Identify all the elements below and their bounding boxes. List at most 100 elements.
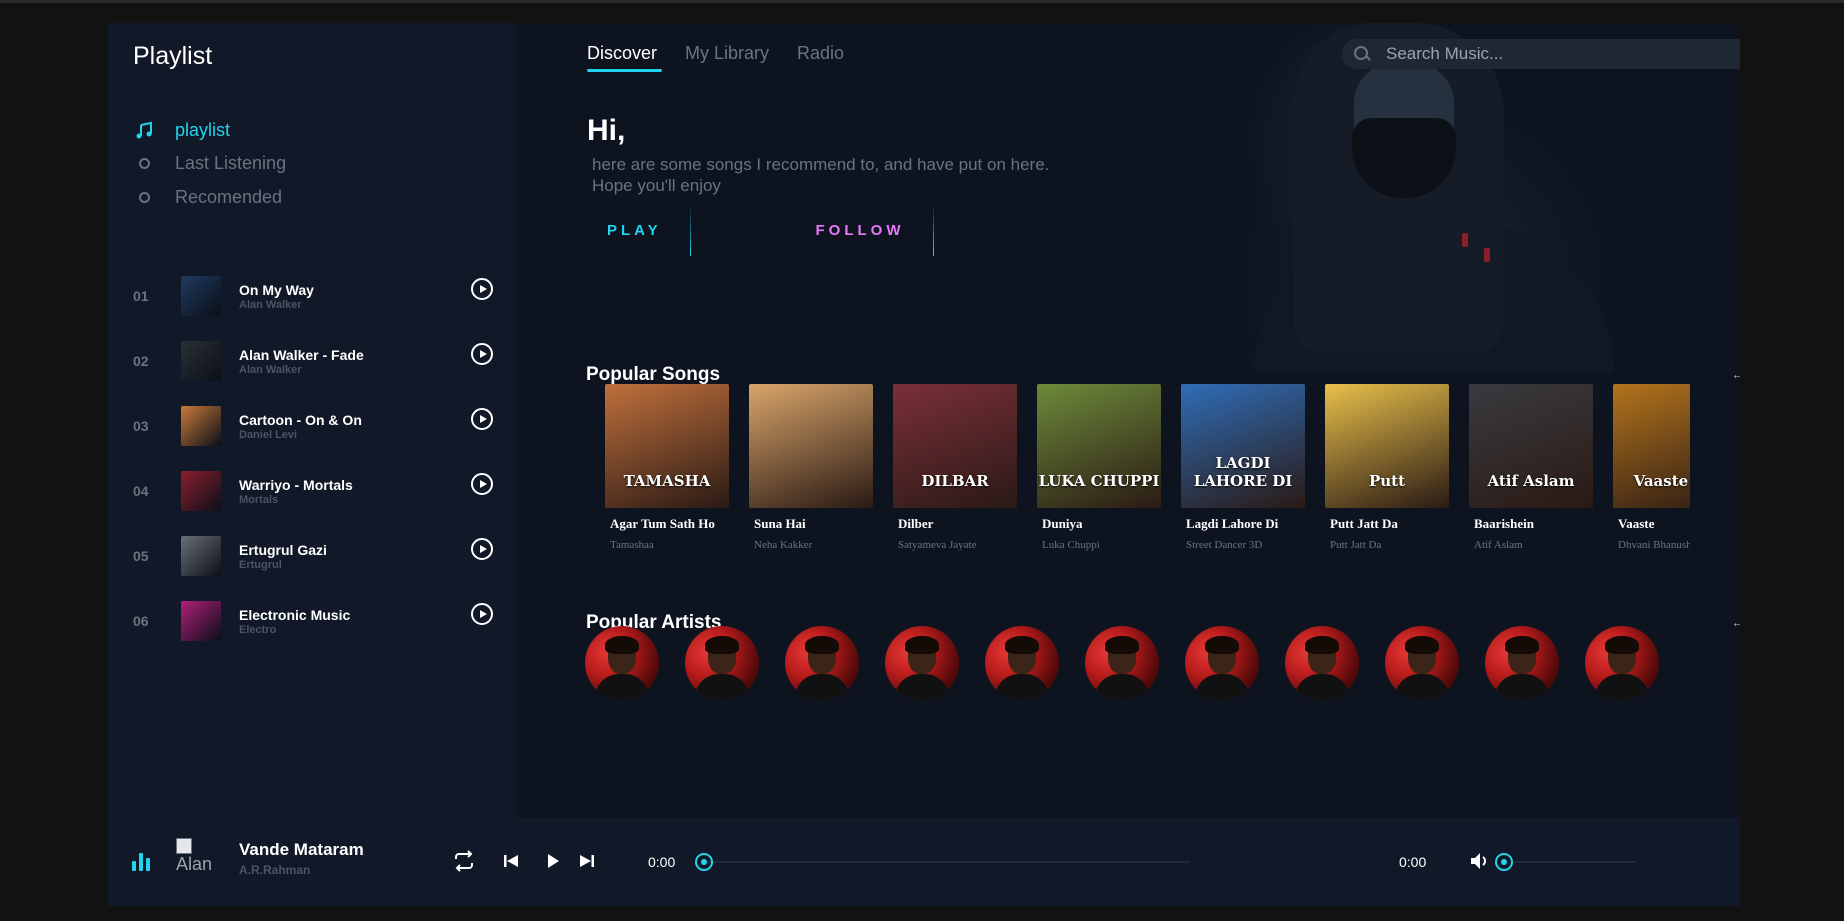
tab-discover[interactable]: Discover: [587, 43, 657, 64]
progress-track[interactable]: [706, 861, 1190, 863]
track-thumbnail: [181, 341, 221, 381]
artist-avatar[interactable]: [685, 626, 759, 700]
song-card[interactable]: Atif Aslam Baarishein Atif Aslam: [1469, 384, 1593, 551]
track-row[interactable]: 05 Ertugrul Gazi Ertugrul: [133, 534, 493, 578]
song-artist: Tamashaa: [610, 539, 654, 551]
tab-my-library[interactable]: My Library: [685, 43, 769, 64]
song-card[interactable]: DILBAR Dilber Satyameva Jayate: [893, 384, 1017, 551]
search-placeholder: Search Music...: [1386, 44, 1504, 63]
song-name: Vaaste: [1618, 516, 1655, 531]
music-app: Playlist playlist Last Listening Recomen…: [108, 23, 1740, 906]
play-button-label: PLAY: [607, 221, 662, 239]
track-name: Alan Walker - Fade: [239, 346, 364, 363]
song-name: Putt Jatt Da: [1330, 516, 1398, 531]
player-bar: Alan Vande Mataram A.R.Rahman 0:00 0:00: [108, 818, 1740, 906]
track-play-button[interactable]: [471, 603, 493, 625]
artist-avatar[interactable]: [785, 626, 859, 700]
progress-handle[interactable]: [695, 853, 713, 871]
track-row[interactable]: 03 Cartoon - On & On Daniel Levi: [133, 404, 493, 448]
song-card[interactable]: TAMASHA Agar Tum Sath Ho Tamashaa: [605, 384, 729, 551]
next-button[interactable]: [574, 848, 600, 874]
window-top-border: [0, 0, 1844, 3]
artist-avatar[interactable]: [1385, 626, 1459, 700]
artist-avatar[interactable]: [1485, 626, 1559, 700]
track-number: 02: [133, 353, 149, 369]
track-row[interactable]: 02 Alan Walker - Fade Alan Walker: [133, 339, 493, 383]
artist-avatar[interactable]: [1185, 626, 1259, 700]
song-artist: Luka Chuppi: [1042, 539, 1100, 551]
sidebar-item-last-listening[interactable]: Last Listening: [133, 153, 286, 174]
previous-button[interactable]: [498, 848, 524, 874]
sidebar-item-label: Last Listening: [175, 153, 287, 173]
skip-back-icon: [504, 855, 518, 867]
song-name: Dilber: [898, 516, 934, 531]
current-time: 0:00: [648, 854, 676, 870]
song-cover: Putt: [1325, 384, 1449, 508]
circle-icon: [133, 158, 155, 169]
song-name: Suna Hai: [754, 516, 806, 531]
play-icon: [479, 350, 487, 358]
arrow-left-icon[interactable]: ←: [1731, 614, 1740, 630]
now-playing-title: Vande Mataram: [239, 840, 364, 859]
circle-icon: [133, 192, 155, 203]
sidebar-item-playlist[interactable]: playlist: [133, 120, 230, 141]
track-row[interactable]: 01 On My Way Alan Walker: [133, 274, 493, 318]
track-play-button[interactable]: [471, 343, 493, 365]
track-number: 06: [133, 613, 149, 629]
song-cover: DILBAR: [893, 384, 1017, 508]
track-name: Electronic Music: [239, 606, 351, 623]
track-number: 04: [133, 483, 149, 499]
now-playing-art: Alan: [176, 838, 216, 878]
track-row[interactable]: 06 Electronic Music Electro: [133, 599, 493, 643]
song-card[interactable]: LUKA CHUPPI Duniya Luka Chuppi: [1037, 384, 1161, 551]
volume-button[interactable]: [1467, 848, 1493, 874]
song-cover-text: Atif Aslam: [1487, 472, 1575, 490]
track-play-button[interactable]: [471, 408, 493, 430]
play-pause-button[interactable]: [540, 848, 566, 874]
track-thumbnail: [181, 536, 221, 576]
track-name: Warriyo - Mortals: [239, 476, 353, 493]
tab-radio[interactable]: Radio: [797, 43, 844, 64]
sidebar-item-recomended[interactable]: Recomended: [133, 187, 282, 208]
sidebar-item-label: playlist: [175, 120, 231, 140]
song-card[interactable]: LAGDI LAHORE DI Lagdi Lahore Di Street Dan…: [1181, 384, 1305, 551]
track-name: On My Way: [239, 281, 314, 298]
song-artist: Satyameva Jayate: [898, 539, 977, 551]
hero-intro: here are some songs I recommend to, and …: [592, 155, 1050, 195]
track-number: 01: [133, 288, 149, 304]
volume-track[interactable]: [1514, 861, 1636, 863]
volume-handle[interactable]: [1495, 853, 1513, 871]
song-cover-text: TAMASHA: [623, 472, 711, 490]
popular-songs-nav: ← →: [1731, 366, 1740, 382]
artist-avatar[interactable]: [1085, 626, 1159, 700]
song-cover-text: LAGDI LAHORE DI: [1193, 454, 1293, 490]
track-info: On My Way Alan Walker: [239, 282, 471, 311]
track-artist: Alan Walker: [239, 298, 302, 311]
artist-avatar[interactable]: [585, 626, 659, 700]
track-info: Electronic Music Electro: [239, 607, 471, 636]
song-cover-text: Putt: [1368, 472, 1406, 490]
track-play-button[interactable]: [471, 278, 493, 300]
popular-songs-title: Popular Songs: [586, 364, 721, 385]
track-play-button[interactable]: [471, 473, 493, 495]
follow-button[interactable]: FOLLOW: [726, 204, 934, 256]
track-play-button[interactable]: [471, 538, 493, 560]
song-card[interactable]: Putt Putt Jatt Da Putt Jatt Da: [1325, 384, 1449, 551]
song-cover: Vaaste #1: [1613, 384, 1690, 508]
track-name: Cartoon - On & On: [239, 411, 362, 428]
repeat-button[interactable]: [451, 848, 477, 874]
artist-avatar[interactable]: [1585, 626, 1659, 700]
track-row[interactable]: 04 Warriyo - Mortals Mortals: [133, 469, 493, 513]
artist-avatar[interactable]: [985, 626, 1059, 700]
play-button[interactable]: PLAY: [587, 204, 691, 256]
arrow-left-icon[interactable]: ←: [1731, 366, 1740, 382]
search-input[interactable]: Search Music...: [1342, 39, 1740, 69]
song-name: Agar Tum Sath Ho: [610, 516, 715, 531]
artist-avatar[interactable]: [1285, 626, 1359, 700]
artist-avatar[interactable]: [885, 626, 959, 700]
song-card[interactable]: Vaaste #1 Vaaste Dhvani Bhanushali: [1613, 384, 1690, 551]
song-card[interactable]: Suna Hai Neha Kakker: [749, 384, 873, 551]
play-icon: [548, 854, 559, 868]
track-thumbnail: [181, 471, 221, 511]
main-content: Discover My Library Radio Search Music..…: [516, 23, 1740, 818]
